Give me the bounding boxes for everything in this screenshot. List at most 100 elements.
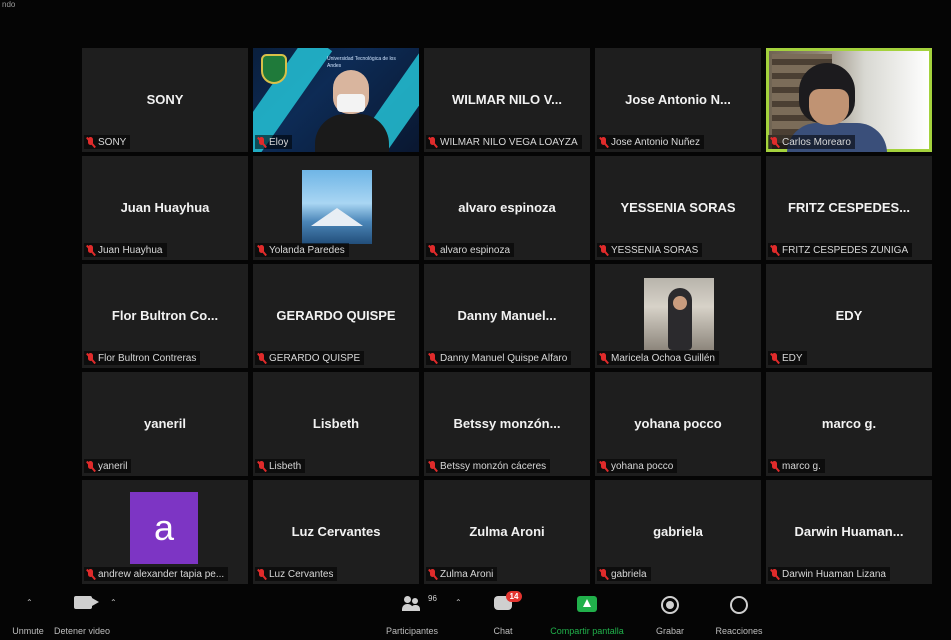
participant-tile[interactable]: Universidad Tecnológica de los Andes Eloy — [253, 48, 419, 152]
participant-name: Juan Huayhua — [120, 200, 210, 215]
participant-label: Carlos Morearo — [768, 135, 930, 149]
participant-label: YESSENIA SORAS — [597, 243, 759, 257]
participant-name: yohana pocco — [634, 416, 722, 431]
participant-full-name: Zulma Aroni — [440, 568, 494, 580]
participant-tile[interactable]: Lisbeth Lisbeth — [253, 372, 419, 476]
participant-tile[interactable]: Betssy monzón... Betssy monzón cáceres — [424, 372, 590, 476]
participants-label: Participantes — [385, 626, 439, 636]
muted-mic-icon — [86, 568, 95, 580]
participant-label: Betssy monzón cáceres — [426, 459, 588, 473]
reactions-button[interactable]: Reacciones — [712, 588, 766, 640]
record-button[interactable]: Grabar — [648, 588, 692, 640]
participant-label: Zulma Aroni — [426, 567, 588, 581]
share-screen-icon — [577, 596, 597, 612]
participant-tile[interactable]: marco g. marco g. — [766, 372, 932, 476]
participant-tile[interactable]: Maricela Ochoa Guillén — [595, 264, 761, 368]
video-options-chevron-icon[interactable]: ⌃ — [110, 598, 117, 607]
mute-label: Unmute — [12, 626, 44, 636]
chat-button[interactable]: 14 Chat — [478, 588, 528, 640]
participant-full-name: Darwin Huaman Lizana — [782, 568, 886, 580]
participant-tile[interactable]: Flor Bultron Co... Flor Bultron Contreras — [82, 264, 248, 368]
participant-name: Jose Antonio N... — [625, 92, 731, 107]
participant-photo — [302, 170, 372, 244]
participant-tile[interactable]: YESSENIA SORAS YESSENIA SORAS — [595, 156, 761, 260]
participant-full-name: Jose Antonio Nuñez — [611, 136, 700, 148]
participant-label: Darwin Huaman Lizana — [768, 567, 930, 581]
participant-label: Danny Manuel Quispe Alfaro — [426, 351, 588, 365]
participant-full-name: GERARDO QUISPE — [269, 352, 361, 364]
participant-tile[interactable]: gabriela gabriela — [595, 480, 761, 584]
mute-button[interactable]: ⌃ Unmute — [8, 588, 48, 640]
participant-label: yohana pocco — [597, 459, 759, 473]
participant-full-name: Flor Bultron Contreras — [98, 352, 197, 364]
participant-tile[interactable]: Danny Manuel... Danny Manuel Quispe Alfar… — [424, 264, 590, 368]
participant-full-name: SONY — [98, 136, 127, 148]
participant-name: Danny Manuel... — [457, 308, 557, 323]
participant-tile[interactable]: Zulma Aroni Zulma Aroni — [424, 480, 590, 584]
muted-mic-icon — [428, 244, 437, 256]
muted-mic-icon — [86, 460, 95, 472]
participant-label: FRITZ CESPEDES ZUÑIGA — [768, 243, 930, 257]
participant-name: WILMAR NILO V... — [451, 92, 563, 107]
participants-count: 96 — [428, 594, 437, 603]
muted-mic-icon — [599, 136, 608, 148]
participant-photo — [644, 278, 714, 350]
share-screen-label: Compartir pantalla — [550, 626, 624, 636]
stop-video-button[interactable]: Detener video — [52, 588, 112, 640]
participant-tile[interactable]: Jose Antonio N... Jose Antonio Nuñez — [595, 48, 761, 152]
participant-name: Darwin Huaman... — [794, 524, 904, 539]
participant-tile[interactable]: Darwin Huaman... Darwin Huaman Lizana — [766, 480, 932, 584]
participant-label: Jose Antonio Nuñez — [597, 135, 759, 149]
participant-full-name: FRITZ CESPEDES ZUÑIGA — [782, 244, 909, 256]
chat-label: Chat — [493, 626, 513, 636]
participant-tile[interactable]: a andrew alexander tapia pe... — [82, 480, 248, 584]
participant-name: alvaro espinoza — [458, 200, 556, 215]
participant-label: Maricela Ochoa Guillén — [597, 351, 759, 365]
participant-tile[interactable]: yohana pocco yohana pocco — [595, 372, 761, 476]
chevron-up-icon[interactable]: ⌃ — [26, 598, 33, 607]
share-screen-button[interactable]: Compartir pantalla — [545, 588, 629, 640]
participant-label: Yolanda Paredes — [255, 243, 417, 257]
participant-full-name: Juan Huayhua — [98, 244, 163, 256]
meeting-toolbar: ⌃ Unmute Detener video ⌃ 96 Participante… — [0, 588, 951, 640]
participant-tile[interactable]: SONY SONY — [82, 48, 248, 152]
participant-full-name: Lisbeth — [269, 460, 302, 472]
muted-mic-icon — [86, 136, 95, 148]
window-title-fragment: ndo — [2, 0, 16, 9]
participant-tile[interactable]: yaneril yaneril — [82, 372, 248, 476]
participant-full-name: Danny Manuel Quispe Alfaro — [440, 352, 568, 364]
muted-mic-icon — [257, 568, 266, 580]
participant-full-name: WILMAR NILO VEGA LOAYZA — [440, 136, 578, 148]
participant-name: GERARDO QUISPE — [276, 308, 396, 323]
participant-name: Betssy monzón... — [453, 416, 561, 431]
participant-tile[interactable]: Yolanda Paredes — [253, 156, 419, 260]
participant-full-name: Carlos Morearo — [782, 136, 851, 148]
participants-button[interactable]: 96 Participantes — [382, 588, 442, 640]
chat-unread-badge: 14 — [505, 591, 523, 602]
participant-full-name: yohana pocco — [611, 460, 674, 472]
participant-tile[interactable]: alvaro espinoza alvaro espinoza — [424, 156, 590, 260]
participant-tile[interactable]: Juan Huayhua Juan Huayhua — [82, 156, 248, 260]
banner-text: Universidad Tecnológica de los Andes — [327, 56, 396, 69]
stop-video-label: Detener video — [53, 626, 111, 636]
muted-mic-icon — [770, 136, 779, 148]
participant-tile[interactable]: Luz Cervantes Luz Cervantes — [253, 480, 419, 584]
participant-tile[interactable]: Carlos Morearo — [766, 48, 932, 152]
participant-tile[interactable]: EDY EDY — [766, 264, 932, 368]
participant-tile[interactable]: GERARDO QUISPE GERARDO QUISPE — [253, 264, 419, 368]
participant-tile[interactable]: FRITZ CESPEDES... FRITZ CESPEDES ZUÑIGA — [766, 156, 932, 260]
participant-tile[interactable]: WILMAR NILO V... WILMAR NILO VEGA LOAYZA — [424, 48, 590, 152]
muted-mic-icon — [770, 460, 779, 472]
reactions-icon — [730, 596, 748, 614]
muted-mic-icon — [599, 244, 608, 256]
muted-mic-icon — [86, 352, 95, 364]
participants-chevron-icon[interactable]: ⌃ — [455, 598, 462, 607]
muted-mic-icon — [599, 352, 608, 364]
participant-name: Zulma Aroni — [469, 524, 545, 539]
participant-name: yaneril — [144, 416, 186, 431]
record-icon — [661, 596, 679, 614]
participant-name: gabriela — [653, 524, 703, 539]
participant-full-name: Eloy — [269, 136, 289, 148]
record-label: Grabar — [655, 626, 685, 636]
participant-label: EDY — [768, 351, 930, 365]
